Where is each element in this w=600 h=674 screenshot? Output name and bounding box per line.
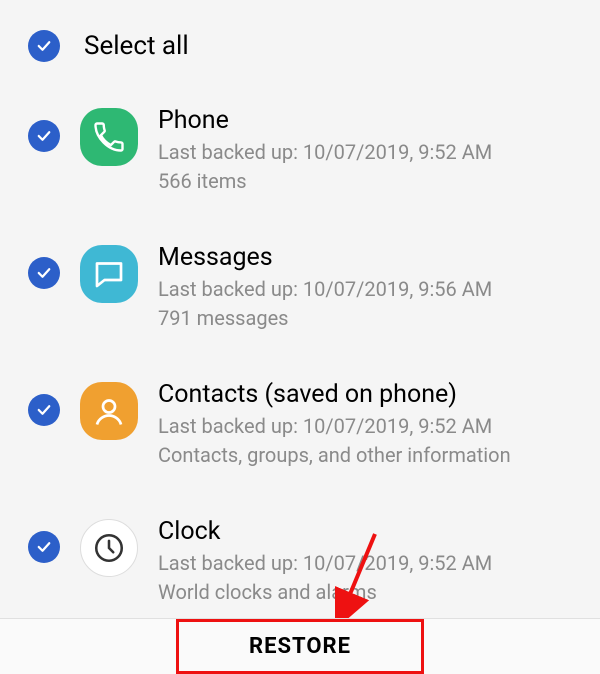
- footer-bar: RESTORE: [0, 618, 600, 674]
- check-icon: [35, 127, 53, 145]
- item-backup-line: Last backed up: 10/07/2019, 9:52 AM: [158, 413, 572, 440]
- check-icon: [35, 538, 53, 556]
- restore-button[interactable]: RESTORE: [176, 619, 424, 674]
- item-checkbox[interactable]: [28, 394, 60, 426]
- item-detail: 566 items: [158, 168, 572, 195]
- check-icon: [35, 37, 53, 55]
- list-item[interactable]: Contacts (saved on phone) Last backed up…: [20, 356, 580, 493]
- item-checkbox[interactable]: [28, 257, 60, 289]
- item-detail: Contacts, groups, and other information: [158, 442, 572, 469]
- list-item[interactable]: Phone Last backed up: 10/07/2019, 9:52 A…: [20, 82, 580, 219]
- select-all-label: Select all: [84, 31, 189, 61]
- item-detail: 791 messages: [158, 305, 572, 332]
- item-backup-line: Last backed up: 10/07/2019, 9:52 AM: [158, 139, 572, 166]
- item-backup-line: Last backed up: 10/07/2019, 9:56 AM: [158, 276, 572, 303]
- messages-icon: [80, 245, 138, 303]
- select-all-row[interactable]: Select all: [20, 0, 580, 82]
- list-item[interactable]: Messages Last backed up: 10/07/2019, 9:5…: [20, 219, 580, 356]
- item-checkbox[interactable]: [28, 531, 60, 563]
- item-detail: World clocks and alarms: [158, 579, 572, 606]
- clock-icon: [80, 519, 138, 577]
- item-checkbox[interactable]: [28, 120, 60, 152]
- item-title: Messages: [158, 243, 572, 272]
- check-icon: [35, 401, 53, 419]
- list-item[interactable]: Clock Last backed up: 10/07/2019, 9:52 A…: [20, 493, 580, 630]
- contacts-icon: [80, 382, 138, 440]
- item-title: Clock: [158, 517, 572, 546]
- phone-icon: [80, 108, 138, 166]
- item-backup-line: Last backed up: 10/07/2019, 9:52 AM: [158, 550, 572, 577]
- item-title: Contacts (saved on phone): [158, 380, 572, 409]
- item-title: Phone: [158, 106, 572, 135]
- check-icon: [35, 264, 53, 282]
- select-all-checkbox[interactable]: [28, 30, 60, 62]
